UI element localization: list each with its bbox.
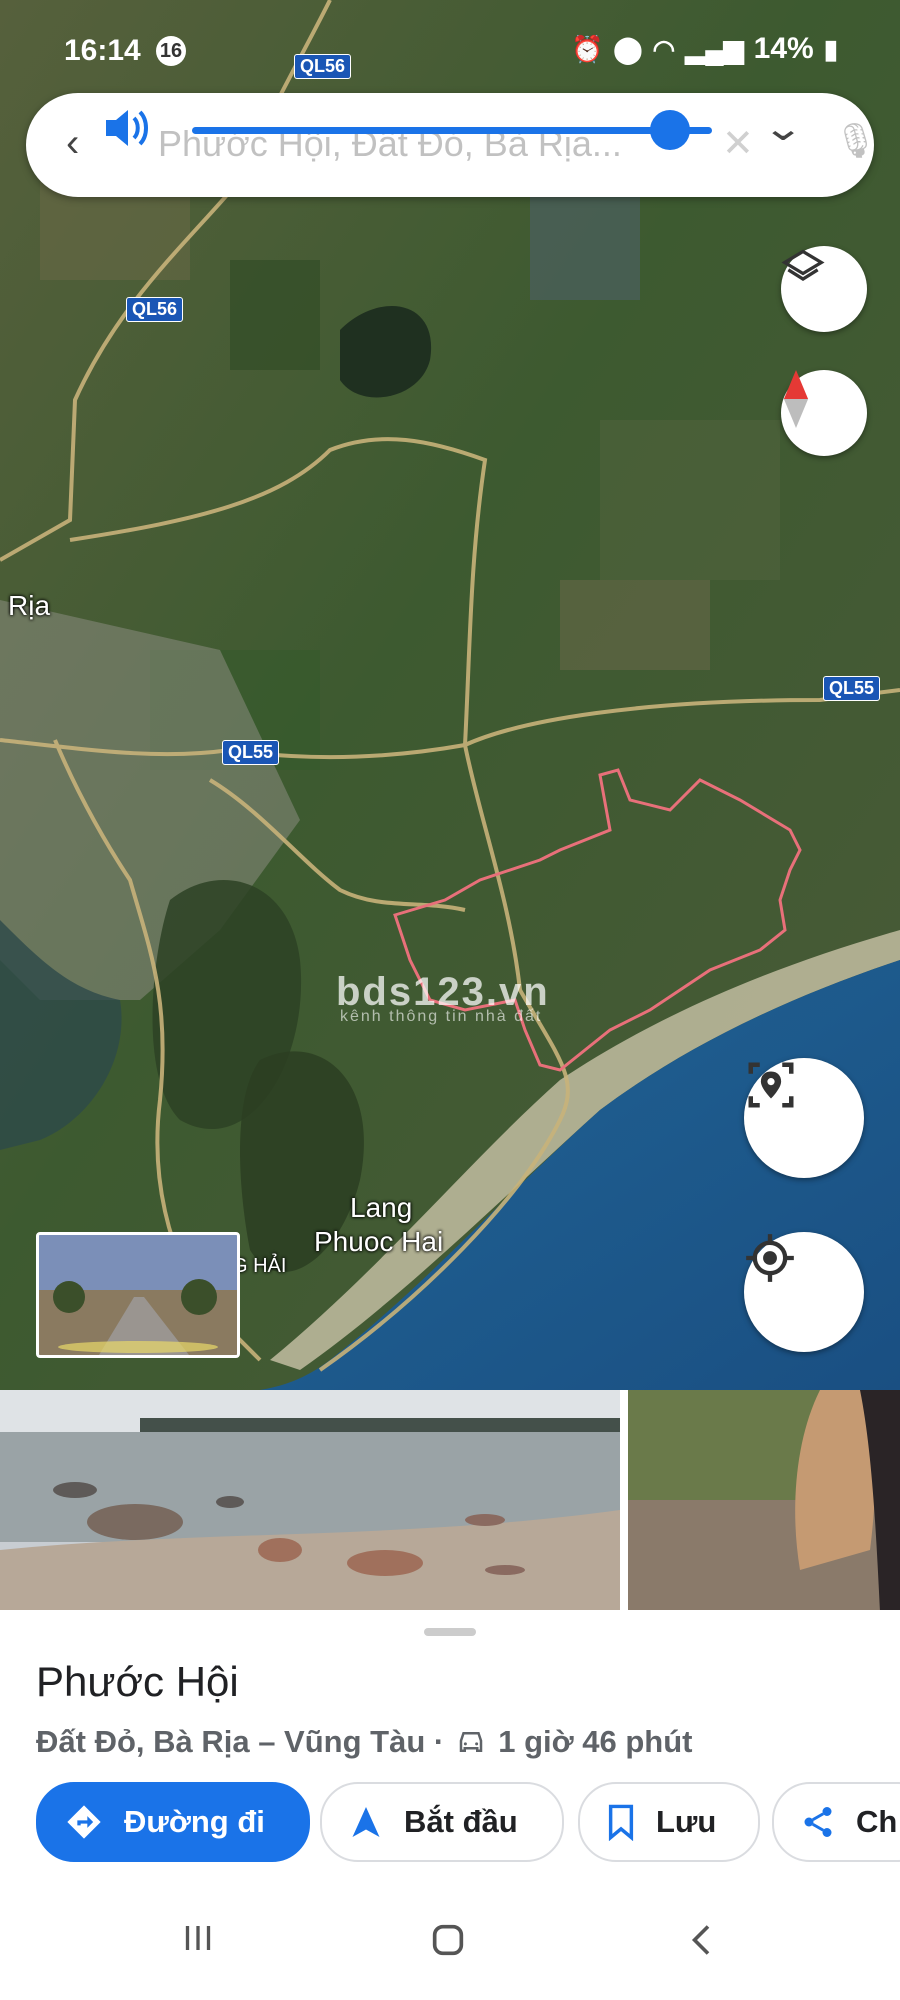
- compass-button[interactable]: [781, 370, 867, 456]
- battery-icon: ▮: [823, 33, 838, 64]
- status-icons: ⏰ ⬤ ◠ ▂▄▆ 14% ▮: [571, 32, 838, 66]
- drag-handle[interactable]: [424, 1628, 476, 1636]
- street-view-thumbnail[interactable]: [36, 1232, 240, 1358]
- street-view-pin-icon: [748, 1062, 794, 1108]
- back-icon[interactable]: [684, 1920, 720, 1970]
- save-label: Lưu: [656, 1804, 717, 1839]
- save-button[interactable]: Lưu: [578, 1782, 760, 1862]
- bookmark-icon: [608, 1804, 634, 1841]
- alarm-icon: ⏰: [571, 33, 604, 64]
- notification-badge: 16: [156, 36, 186, 66]
- mic-icon[interactable]: 🎙: [834, 121, 877, 161]
- drive-time: 1 giờ 46 phút: [498, 1724, 693, 1759]
- compass-icon: [783, 370, 809, 428]
- photo-strip[interactable]: [0, 1390, 900, 1612]
- status-time: 16:14: [64, 34, 141, 67]
- start-label: Bắt đầu: [404, 1804, 518, 1839]
- place-label-phuoc-hai: Phuoc Hai: [314, 1226, 444, 1257]
- street-view-button[interactable]: [744, 1058, 864, 1178]
- share-button[interactable]: Ch: [772, 1782, 900, 1862]
- my-location-button[interactable]: [744, 1232, 864, 1352]
- share-label: Ch: [856, 1804, 898, 1839]
- chevron-down-icon[interactable]: ⌄: [762, 107, 804, 149]
- recents-icon[interactable]: [180, 1920, 216, 1966]
- share-icon: [804, 1807, 832, 1837]
- place-address: Đất Đỏ, Bà Rịa – Vũng Tàu ·: [36, 1724, 445, 1759]
- volume-slider-thumb[interactable]: [650, 110, 691, 150]
- location-icon: ⬤: [613, 33, 643, 64]
- signal-icon: ▂▄▆: [685, 33, 744, 64]
- directions-button[interactable]: Đường đi: [36, 1782, 310, 1862]
- place-name: Phước Hội: [36, 1658, 239, 1705]
- start-button[interactable]: Bắt đầu: [320, 1782, 564, 1862]
- volume-slider-track[interactable]: [192, 127, 712, 134]
- road-shield-ql55-left: QL55: [222, 740, 280, 765]
- watermark-subtitle: kênh thông tin nhà đất: [340, 1008, 543, 1025]
- place-subtitle: Đất Đỏ, Bà Rịa – Vũng Tàu · 1 giờ 46 phú…: [36, 1724, 693, 1760]
- road-shield-ql56: QL56: [126, 297, 184, 322]
- place-photos: [0, 1390, 900, 1612]
- place-sheet[interactable]: Phước Hội Đất Đỏ, Bà Rịa – Vũng Tàu · 1 …: [0, 1610, 900, 1890]
- layers-button[interactable]: [781, 246, 867, 332]
- place-label-lang: Lang: [350, 1192, 413, 1223]
- satellite-map[interactable]: QL56 QL56 QL55 QL55 Rịa Lang Phuoc Hai G…: [0, 0, 900, 1390]
- layers-icon: [781, 249, 825, 281]
- map-imagery: [0, 0, 900, 1390]
- directions-label: Đường đi: [124, 1804, 265, 1839]
- battery-level: 14%: [753, 32, 814, 65]
- directions-icon: [67, 1805, 101, 1839]
- place-label-hai: G HẢI: [232, 1255, 287, 1277]
- volume-overlay: ⌄: [66, 93, 836, 163]
- wifi-icon: ◠: [652, 33, 676, 64]
- place-label-ria: Rịa: [8, 590, 51, 621]
- car-icon: [459, 1732, 483, 1752]
- my-location-icon: [746, 1234, 794, 1282]
- speaker-icon[interactable]: [102, 108, 150, 148]
- status-bar: 16:14 16 ⏰ ⬤ ◠ ▂▄▆ 14% ▮: [0, 0, 900, 100]
- home-icon[interactable]: [428, 1920, 468, 1970]
- navigation-arrow-icon: [352, 1807, 380, 1837]
- street-view-image: [39, 1235, 237, 1355]
- system-nav-bar: [0, 1890, 900, 2000]
- road-shield-ql55-right: QL55: [823, 676, 881, 701]
